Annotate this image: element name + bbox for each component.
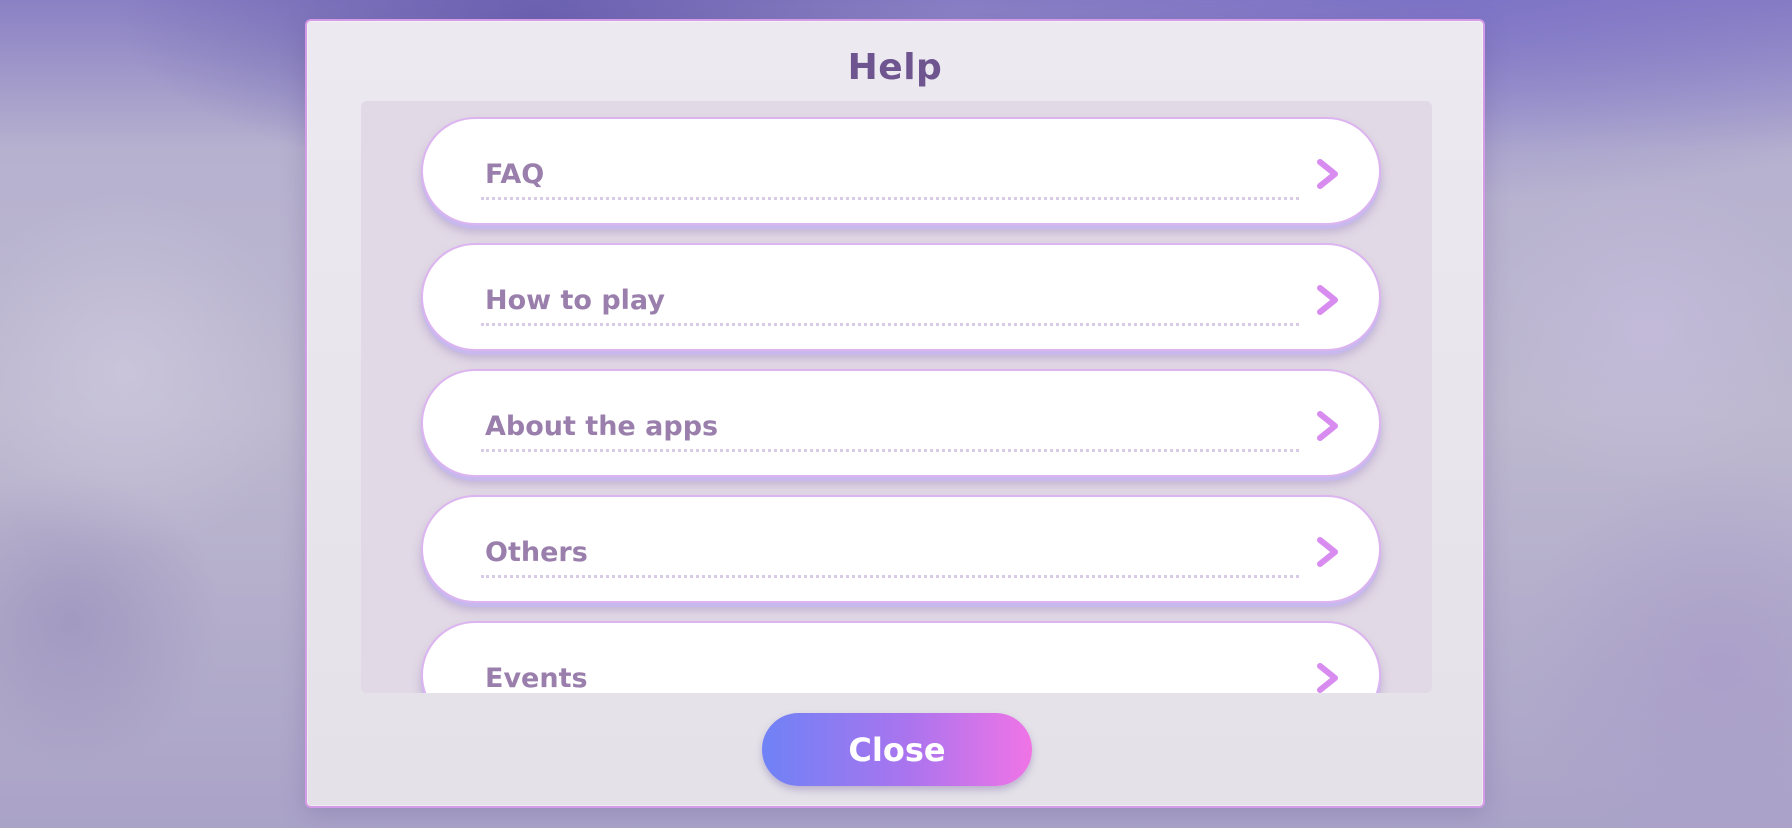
menu-item-label: How to play [485,285,665,316]
chevron-right-icon [1317,285,1338,315]
help-menu-list[interactable]: FAQ How to play About the apps Others Ev… [361,101,1432,693]
chevron-right-icon [1317,537,1338,567]
menu-item-label: About the apps [485,411,719,442]
dialog-title: Help [847,47,943,88]
chevron-right-icon [1317,411,1338,441]
dotted-divider [481,575,1299,578]
dotted-divider [481,197,1299,200]
menu-item-label: Events [485,663,588,693]
help-dialog: Help FAQ How to play About the apps Othe… [305,19,1485,808]
dotted-divider [481,323,1299,326]
menu-item-label: Others [485,537,588,568]
chevron-right-icon [1317,159,1338,189]
chevron-right-icon [1317,663,1338,693]
menu-item-how-to-play[interactable]: How to play [421,243,1381,351]
menu-item-faq[interactable]: FAQ [421,117,1381,225]
menu-item-about-the-apps[interactable]: About the apps [421,369,1381,477]
menu-item-events[interactable]: Events [421,621,1381,693]
close-button[interactable]: Close [762,713,1032,786]
menu-item-label: FAQ [485,159,545,190]
dotted-divider [481,449,1299,452]
menu-item-others[interactable]: Others [421,495,1381,603]
